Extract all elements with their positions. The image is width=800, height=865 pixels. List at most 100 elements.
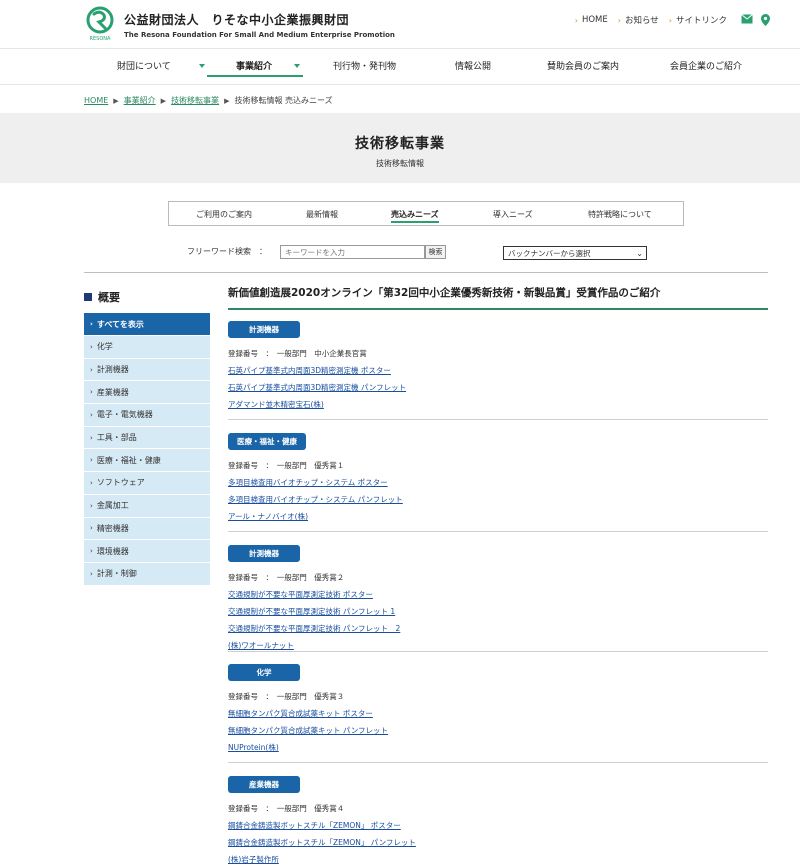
site-header: RESONA 公益財団法人 りそな中小企業振興財団 The Resona Fou…	[0, 0, 800, 48]
category-badge: 医療・福祉・健康	[228, 433, 306, 450]
nav-item-business[interactable]: 事業紹介	[236, 59, 301, 72]
entry-link[interactable]: 石英パイプ基準式内周面3D精密測定機 ポスター	[228, 365, 768, 376]
entry-link[interactable]: 鋼鋳合金鋳造製ボットスチル「ZEMON」 パンフレット	[228, 837, 768, 848]
sidebar-item-electronics[interactable]: › 電子・電気機器	[84, 404, 210, 427]
caret-down-icon	[198, 63, 205, 68]
title-band: 技術移転事業 技術移転情報	[0, 113, 800, 183]
chevron-right-icon: ›	[90, 524, 93, 533]
nav-item-disclosure[interactable]: 情報公開	[455, 59, 491, 72]
entry-divider	[228, 762, 768, 763]
chevron-right-icon: ›	[90, 342, 93, 351]
entry-company-link[interactable]: NUProtein(株)	[228, 742, 768, 753]
search-input[interactable]	[280, 245, 425, 259]
caret-down-icon	[294, 63, 301, 68]
logo-caption: RESONA	[90, 36, 111, 42]
search-label: フリーワード検索 ：	[187, 247, 267, 256]
category-badge: 計測機器	[228, 545, 300, 562]
breadcrumb: HOME ▶ 事業紹介 ▶ 技術移転事業 ▶ 技術移転情報 売込みニーズ	[84, 95, 333, 106]
chevron-right-icon: ›	[90, 569, 93, 578]
breadcrumb-business[interactable]: 事業紹介	[124, 95, 156, 106]
sidebar-item-chemistry[interactable]: › 化学	[84, 336, 210, 359]
tab-patent-strategy[interactable]: 特許戦略について	[588, 209, 652, 220]
entry-card: 医療・福祉・健康 登録番号 ： 一般部門 優秀賞１ 多項目検査用バイオチップ・シ…	[228, 433, 768, 532]
sidebar-category-list: › すべてを表示 › 化学 › 計測機器 › 産業機器 › 電子・電気機器 › 工具・部品 …	[84, 313, 210, 586]
org-name: 公益財団法人 りそな中小企業振興財団 The Resona Foundation…	[124, 11, 395, 39]
org-name-en: The Resona Foundation For Small And Medi…	[124, 31, 395, 39]
org-name-ja: 公益財団法人 りそな中小企業振興財団	[124, 13, 350, 27]
chevron-down-icon: ⌄	[636, 249, 643, 258]
nav-item-about[interactable]: 財団について	[117, 59, 205, 72]
sidebar-item-software[interactable]: › ソフトウェア	[84, 472, 210, 495]
entry-link[interactable]: 交通規制が不要な平面厚測定技術 ポスター	[228, 589, 768, 600]
breadcrumb-separator-icon: ▶	[160, 96, 167, 105]
entry-link[interactable]: 交通規制が不要な平面厚測定技術 パンフレット 2	[228, 623, 768, 634]
chevron-right-icon: ›	[574, 15, 578, 25]
utility-nav: › HOME › お知らせ › サイトリンク	[575, 14, 770, 26]
chevron-right-icon: ›	[617, 15, 621, 25]
breadcrumb-tech-transfer[interactable]: 技術移転事業	[171, 95, 219, 106]
chevron-right-icon: ›	[668, 15, 672, 25]
sidebar-item-all[interactable]: › すべてを表示	[84, 313, 210, 336]
registration-number: 登録番号 ： 一般部門 優秀賞４	[228, 804, 345, 813]
tab-sales-needs[interactable]: 売込みニーズ	[391, 209, 439, 220]
nav-active-indicator	[207, 75, 303, 77]
map-pin-icon[interactable]	[761, 14, 770, 26]
chevron-right-icon: ›	[90, 478, 93, 487]
entry-link[interactable]: 交通規制が不要な平面厚測定技術 パンフレット 1	[228, 606, 768, 617]
entry-company-link[interactable]: アール・ナノバイオ(株)	[228, 511, 768, 522]
entry-link[interactable]: 多項目検査用バイオチップ・システム パンフレット	[228, 494, 768, 505]
chevron-right-icon: ›	[90, 456, 93, 465]
entry-company-link[interactable]: (株)岩子製作所	[228, 854, 768, 865]
sidebar-item-measuring[interactable]: › 計測機器	[84, 358, 210, 382]
entry-link[interactable]: 石英パイプ基準式内周面3D精密測定機 パンフレット	[228, 382, 768, 393]
tab-guide[interactable]: ご利用のご案内	[196, 209, 252, 220]
tab-latest[interactable]: 最新情報	[306, 209, 338, 220]
main-content: 新価値創造展2020オンライン「第32回中小企業優秀新技術・新製品賞」受賞作品の…	[228, 285, 768, 310]
chevron-right-icon: ›	[90, 410, 93, 419]
tab-active-indicator	[391, 221, 439, 223]
chevron-right-icon: ›	[90, 501, 93, 510]
entry-divider	[228, 419, 768, 420]
sidebar-item-control[interactable]: › 計測・制御	[84, 562, 210, 586]
chevron-right-icon: ›	[90, 433, 93, 442]
sidebar-item-tools[interactable]: › 工具・部品	[84, 426, 210, 450]
registration-number: 登録番号 ： 一般部門 優秀賞２	[228, 573, 345, 582]
sidebar-item-precision[interactable]: › 精密機器	[84, 517, 210, 541]
entry-link[interactable]: 多項目検査用バイオチップ・システム ポスター	[228, 477, 768, 488]
heading-underline	[228, 308, 768, 310]
sidebar-item-metalwork[interactable]: › 金属加工	[84, 494, 210, 518]
breadcrumb-home[interactable]: HOME	[84, 96, 108, 105]
entry-card: 化学 登録番号 ： 一般部門 優秀賞３ 無細胞タンパク質合成試薬キット ポスター…	[228, 664, 768, 763]
entry-company-link[interactable]: アダマンド並木精密宝石(株)	[228, 399, 768, 410]
entry-company-link[interactable]: (株)ワオールナット	[228, 640, 768, 651]
entry-card: 計測機器 登録番号 ： 一般部門 中小企業長官賞 石英パイプ基準式内周面3D精密…	[228, 321, 768, 420]
mail-icon[interactable]	[741, 14, 753, 24]
nav-item-supporting-members[interactable]: 賛助会員のご案内	[547, 59, 619, 72]
nav-item-publications[interactable]: 刊行物・発刊物	[333, 59, 396, 72]
entry-link[interactable]: 無細胞タンパク質合成試薬キット ポスター	[228, 708, 768, 719]
breadcrumb-separator-icon: ▶	[224, 96, 230, 105]
search-button[interactable]: 検索	[425, 245, 446, 259]
category-badge: 化学	[228, 664, 300, 681]
util-link-sitelinks[interactable]: › サイトリンク	[668, 14, 727, 27]
category-badge: 計測機器	[228, 321, 300, 338]
registration-number: 登録番号 ： 一般部門 優秀賞１	[228, 461, 345, 470]
util-link-news[interactable]: › お知らせ	[617, 14, 659, 27]
util-link-home[interactable]: › HOME	[575, 15, 608, 25]
resona-logo[interactable]: RESONA	[84, 6, 116, 42]
backnumber-select[interactable]: バックナンバーから選択 ⌄	[503, 246, 647, 260]
tab-import-needs[interactable]: 導入ニーズ	[493, 209, 533, 220]
sidebar-item-medical[interactable]: › 医療・福祉・健康	[84, 449, 210, 473]
entry-link[interactable]: 無細胞タンパク質合成試薬キット パンフレット	[228, 725, 768, 736]
entry-link[interactable]: 鋼鋳合金鋳造製ボットスチル「ZEMON」 ポスター	[228, 820, 768, 831]
global-nav: 財団について 事業紹介 刊行物・発刊物 情報公開 賛助会員のご案内 会員企業のご…	[0, 49, 800, 85]
sub-tabs: ご利用のご案内 最新情報 売込みニーズ 導入ニーズ 特許戦略について	[168, 201, 684, 226]
chevron-right-icon: ›	[90, 547, 93, 556]
category-badge: 産業機器	[228, 776, 300, 793]
nav-item-member-companies[interactable]: 会員企業のご紹介	[670, 59, 742, 72]
sidebar-item-environment[interactable]: › 環境機器	[84, 540, 210, 563]
entry-card: 産業機器 登録番号 ： 一般部門 優秀賞４ 鋼鋳合金鋳造製ボットスチル「ZEMO…	[228, 776, 768, 865]
chevron-right-icon: ›	[90, 388, 93, 397]
sidebar-item-industrial[interactable]: › 産業機器	[84, 381, 210, 405]
registration-number: 登録番号 ： 一般部門 中小企業長官賞	[228, 349, 367, 358]
